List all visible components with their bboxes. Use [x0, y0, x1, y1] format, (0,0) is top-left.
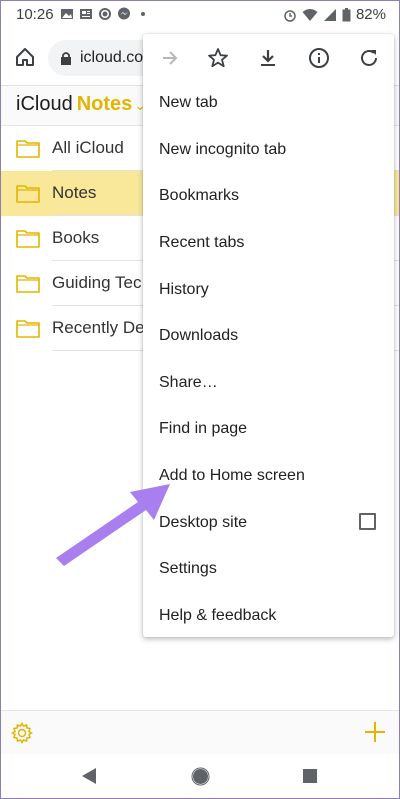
folder-icon — [16, 140, 40, 158]
folder-label: All iCloud — [52, 138, 124, 157]
forward-button[interactable] — [157, 45, 183, 71]
menu-item[interactable]: Find in page — [143, 406, 394, 453]
menu-item[interactable]: Desktop site — [143, 499, 394, 546]
menu-item-label: Share… — [159, 373, 218, 391]
download-button[interactable] — [255, 45, 281, 71]
brand-icloud: iCloud — [16, 93, 73, 115]
refresh-icon — [361, 50, 377, 66]
forward-icon — [163, 51, 178, 65]
menu-item[interactable]: New tab — [143, 80, 394, 127]
photo-icon — [61, 9, 73, 19]
bookmark-button[interactable] — [205, 45, 231, 71]
app-footer — [0, 710, 400, 754]
wifi-icon — [302, 8, 318, 21]
recents-icon[interactable] — [302, 768, 318, 784]
menu-item[interactable]: Downloads — [143, 313, 394, 360]
menu-item[interactable]: Recent tabs — [143, 220, 394, 267]
menu-item[interactable]: History — [143, 266, 394, 313]
android-nav-bar — [0, 754, 400, 799]
menu-items: New tab New incognito tab Bookmarks Recent … — [143, 80, 394, 639]
menu-item-label: Bookmarks — [159, 187, 240, 205]
folder-label: Notes — [52, 183, 97, 202]
menu-item-label: New incognito tab — [159, 140, 287, 158]
menu-item-label: Find in page — [159, 420, 248, 438]
whatsapp-icon — [99, 8, 111, 20]
folder-icon — [16, 320, 40, 338]
menu-item[interactable]: Help & feedback — [143, 593, 394, 640]
back-icon[interactable] — [80, 767, 98, 785]
battery-percent: 82% — [355, 6, 386, 23]
menu-item-label: History — [159, 280, 209, 298]
download-icon — [261, 50, 275, 66]
annotation-arrow — [56, 484, 170, 566]
url-text: icloud.co — [80, 49, 144, 66]
signal-icon — [323, 8, 336, 21]
lock-icon — [61, 51, 71, 65]
status-time: 10:26 — [16, 6, 54, 23]
folder-icon — [16, 185, 40, 203]
gear-icon[interactable] — [10, 721, 34, 745]
menu-item-label: Downloads — [159, 327, 239, 345]
add-note-icon[interactable] — [362, 719, 388, 745]
news-icon — [80, 9, 92, 19]
desktop-site-checkbox[interactable] — [359, 513, 376, 531]
notification-icons — [60, 7, 150, 21]
messenger-icon — [118, 7, 130, 20]
folder-label: Guiding Tec — [52, 273, 142, 292]
dot-icon — [141, 12, 145, 16]
refresh-button[interactable] — [356, 45, 382, 71]
browser-overflow-menu: New tab New incognito tab Bookmarks Recent … — [143, 34, 394, 637]
page-info-button[interactable] — [306, 45, 332, 71]
star-icon — [208, 48, 228, 68]
info-icon — [309, 48, 329, 68]
home-button[interactable] — [10, 42, 40, 72]
folder-label: Books — [52, 228, 100, 247]
folder-icon — [16, 275, 40, 293]
status-right: 82% — [283, 6, 386, 23]
menu-item-label: Add to Home screen — [159, 467, 305, 485]
menu-item[interactable]: Add to Home screen — [143, 453, 394, 500]
menu-item[interactable]: Share… — [143, 360, 394, 407]
menu-toolbar — [143, 34, 394, 82]
menu-item[interactable]: Bookmarks — [143, 173, 394, 220]
menu-item[interactable]: New incognito tab — [143, 127, 394, 174]
status-bar: 10:26 82% — [0, 0, 400, 30]
menu-item-label: Help & feedback — [159, 606, 277, 624]
folder-label: Recently De — [52, 318, 145, 337]
app-title[interactable]: iCloud Notes ⌄ — [16, 93, 146, 116]
menu-item-label: New tab — [159, 94, 218, 112]
menu-item[interactable]: Settings — [143, 546, 394, 593]
home-icon — [16, 48, 34, 66]
menu-item-label: Recent tabs — [159, 234, 245, 252]
alarm-icon — [284, 9, 296, 22]
home-nav-icon[interactable] — [191, 767, 210, 786]
folder-icon — [16, 230, 40, 248]
battery-icon — [342, 7, 351, 21]
brand-notes: Notes — [76, 93, 133, 115]
